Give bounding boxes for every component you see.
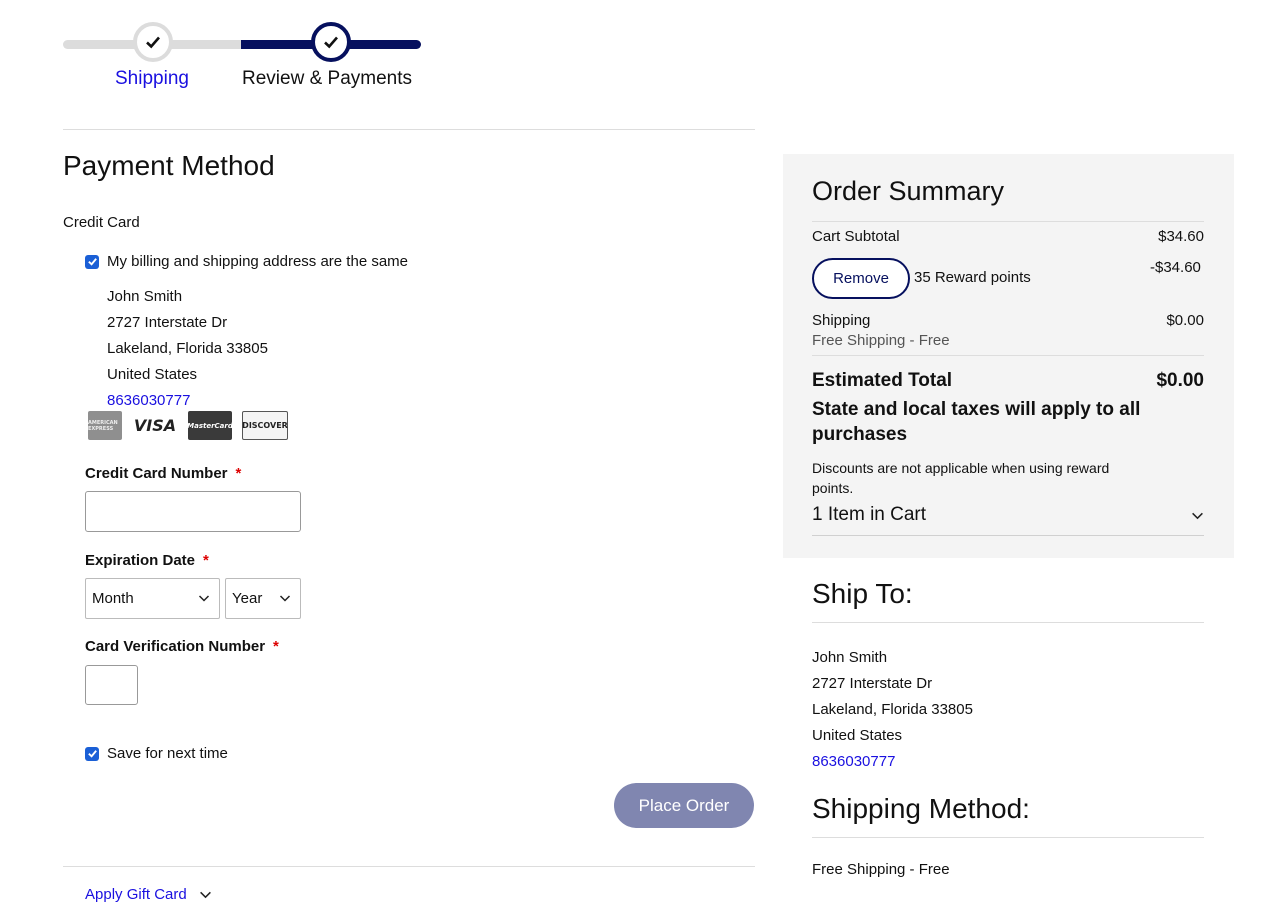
card-number-input[interactable] — [85, 491, 301, 532]
step-shipping-check-icon — [133, 22, 173, 62]
ship-to-phone-link[interactable]: 8636030777 — [812, 749, 973, 775]
save-label: Save for next time — [107, 745, 228, 762]
subtotal-value: $34.60 — [1158, 228, 1204, 245]
shipping-row: Shipping $0.00 — [812, 312, 1204, 329]
billing-city: Lakeland, Florida 33805 — [107, 340, 268, 357]
card-number-label: Credit Card Number * — [85, 465, 242, 482]
shipping-method-title: Shipping Method: — [812, 793, 1030, 824]
gift-card-label: Apply Gift Card — [85, 886, 187, 903]
same-address-checkbox[interactable] — [85, 254, 99, 269]
remove-reward-button[interactable]: Remove — [812, 258, 910, 299]
chevron-down-icon — [1192, 512, 1203, 519]
checkout-progress: Shipping Review & Payments — [63, 20, 423, 90]
year-value: Year — [232, 590, 263, 607]
ship-to-name: John Smith — [812, 649, 888, 666]
shipping-label: Shipping — [812, 312, 871, 329]
ship-to-title: Ship To: — [812, 578, 913, 609]
chevron-down-icon — [198, 595, 210, 602]
mastercard-logo: MasterCard — [187, 411, 233, 440]
divider — [812, 355, 1204, 356]
order-summary-title: Order Summary — [812, 176, 1005, 206]
place-order-button[interactable]: Place Order — [614, 783, 754, 828]
ship-to-street: 2727 Interstate Dr — [812, 675, 933, 692]
tax-note: State and local taxes will apply to all … — [812, 399, 1141, 445]
credit-card-method-label: Credit Card — [63, 214, 140, 231]
payment-method-title: Payment Method — [63, 150, 275, 181]
items-in-cart-label: 1 Item in Cart — [812, 504, 927, 525]
reward-points-label: 35 Reward points — [914, 269, 1031, 286]
billing-address: John Smith 2727 Interstate Dr Lakeland, … — [107, 284, 268, 414]
step-shipping-link[interactable]: Shipping — [115, 68, 189, 90]
required-mark: * — [235, 465, 242, 482]
estimated-total-value: $0.00 — [1156, 370, 1204, 391]
divider — [63, 866, 755, 867]
divider — [63, 129, 755, 130]
cart-subtotal-row: Cart Subtotal $34.60 — [812, 228, 1204, 245]
divider — [812, 535, 1204, 536]
billing-country: United States — [107, 366, 198, 383]
billing-name: John Smith — [107, 288, 183, 305]
amex-logo: AMERICAN EXPRESS — [88, 411, 122, 440]
estimated-total-row: Estimated Total $0.00 — [812, 370, 1204, 392]
month-value: Month — [92, 590, 134, 607]
expiration-date-label: Expiration Date * — [85, 552, 209, 569]
same-address-label: My billing and shipping address are the … — [107, 253, 409, 270]
ship-to-city: Lakeland, Florida 33805 — [812, 701, 973, 718]
shipping-value: $0.00 — [1166, 312, 1204, 329]
divider — [812, 837, 1204, 838]
expiration-month-select[interactable]: Month — [85, 578, 220, 619]
discover-logo: DISCOVER — [242, 411, 288, 440]
cvv-input[interactable] — [85, 665, 138, 705]
visa-logo: VISA — [133, 416, 177, 435]
reward-points-value: -$34.60 — [1150, 259, 1201, 276]
step-review-label: Review & Payments — [242, 68, 413, 89]
shipping-detail: Free Shipping - Free — [812, 332, 950, 349]
shipping-method-value: Free Shipping - Free — [812, 861, 950, 878]
chevron-down-icon — [279, 595, 291, 602]
expiration-year-select[interactable]: Year — [225, 578, 301, 619]
divider — [812, 622, 1204, 623]
billing-street: 2727 Interstate Dr — [107, 314, 228, 331]
items-in-cart-toggle[interactable]: 1 Item in Cart — [812, 504, 1204, 526]
apply-gift-card-toggle[interactable]: Apply Gift Card — [85, 886, 212, 903]
discount-note: Discounts are not applicable when using … — [812, 460, 1110, 496]
same-address-row[interactable]: My billing and shipping address are the … — [85, 253, 408, 270]
save-checkbox[interactable] — [85, 746, 99, 761]
estimated-total-label: Estimated Total — [812, 370, 953, 391]
accepted-cards: AMERICAN EXPRESS VISA MasterCard DISCOVE… — [88, 411, 288, 440]
ship-to-country: United States — [812, 727, 903, 744]
subtotal-label: Cart Subtotal — [812, 228, 900, 245]
save-for-next-time-row[interactable]: Save for next time — [85, 745, 228, 762]
cvv-label: Card Verification Number * — [85, 638, 279, 655]
ship-to-address: John Smith 2727 Interstate Dr Lakeland, … — [812, 645, 973, 775]
required-mark: * — [273, 638, 279, 655]
divider — [812, 221, 1204, 222]
step-review-check-icon — [311, 22, 351, 62]
chevron-down-icon — [199, 891, 211, 899]
required-mark: * — [203, 552, 209, 569]
